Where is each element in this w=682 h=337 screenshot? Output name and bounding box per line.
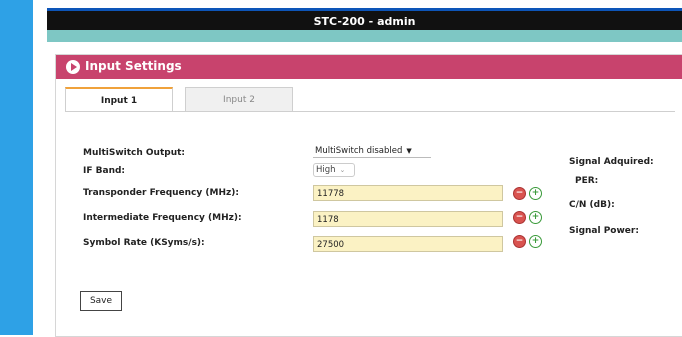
if-band-label: IF Band: [83, 166, 126, 176]
multiswitch-value: MultiSwitch disabled [315, 146, 403, 156]
if-band-value: High [316, 165, 336, 175]
transponder-label: Transponder Frequency (MHz): [83, 188, 239, 198]
intermediate-decrease-button[interactable]: − [513, 211, 526, 224]
input-settings-panel: Input Settings Input 1 Input 2 MultiSwit… [55, 54, 682, 337]
signal-acquired-label: Signal Adquired: [569, 157, 654, 167]
tab-input-1[interactable]: Input 1 [65, 87, 173, 111]
symbol-rate-increase-button[interactable]: + [529, 235, 542, 248]
signal-power-label: Signal Power: [569, 226, 639, 236]
multiswitch-select[interactable]: MultiSwitch disabled ▼ [313, 145, 431, 158]
transponder-decrease-button[interactable]: − [513, 187, 526, 200]
left-accent-bar [0, 0, 33, 335]
panel-title: Input Settings [85, 59, 182, 73]
save-button[interactable]: Save [80, 291, 122, 311]
panel-header: Input Settings [56, 55, 682, 79]
window-title: STC-200 - admin [47, 8, 682, 30]
symbol-rate-decrease-button[interactable]: − [513, 235, 526, 248]
intermediate-label: Intermediate Frequency (MHz): [83, 213, 242, 223]
multiswitch-label: MultiSwitch Output: [83, 148, 186, 158]
symbol-rate-label: Symbol Rate (KSyms/s): [83, 238, 205, 248]
left-gap [33, 0, 47, 335]
tab-divider [65, 111, 675, 112]
chevron-down-icon: ▼ [406, 147, 412, 155]
cn-label: C/N (dB): [569, 200, 615, 210]
toolbar-strip [47, 30, 682, 42]
intermediate-input[interactable]: 1178 [313, 211, 503, 227]
symbol-rate-input[interactable]: 27500 [313, 236, 503, 252]
per-label: PER: [575, 176, 599, 186]
play-circle-icon [66, 60, 80, 74]
intermediate-increase-button[interactable]: + [529, 211, 542, 224]
if-band-select[interactable]: High ⌄ [313, 163, 355, 177]
transponder-increase-button[interactable]: + [529, 187, 542, 200]
chevron-down-icon: ⌄ [339, 166, 346, 174]
app-frame: STC-200 - admin Input Settings Input 1 I… [47, 0, 682, 337]
transponder-input[interactable]: 11778 [313, 185, 503, 201]
tab-input-2[interactable]: Input 2 [185, 87, 293, 111]
